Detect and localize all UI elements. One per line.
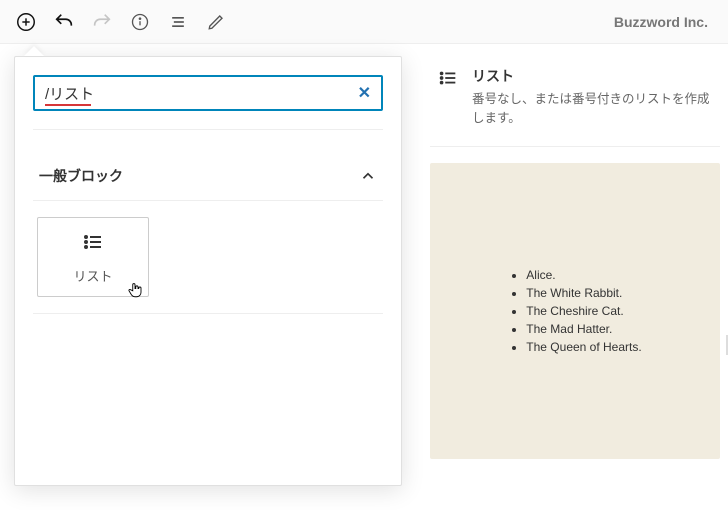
- info-button[interactable]: [122, 4, 158, 40]
- brand-label: Buzzword Inc.: [614, 14, 720, 30]
- chevron-up-icon: [359, 167, 377, 185]
- clear-search-button[interactable]: ✕: [358, 83, 371, 103]
- preview-list: Alice. The White Rabbit. The Cheshire Ca…: [508, 266, 641, 356]
- block-search-input[interactable]: [45, 85, 358, 102]
- section-title: 一般ブロック: [39, 166, 123, 186]
- cursor-hand-icon: [126, 280, 144, 300]
- block-tile-list[interactable]: リスト: [37, 217, 149, 297]
- redo-icon: [91, 11, 113, 33]
- list-icon: [436, 66, 460, 90]
- pencil-icon: [207, 13, 225, 31]
- list-item: The Queen of Hearts.: [526, 338, 641, 356]
- info-text: リスト 番号なし、または番号付きのリストを作成します。: [472, 66, 714, 128]
- section-header[interactable]: 一般ブロック: [33, 146, 383, 201]
- list-icon: [81, 230, 105, 254]
- list-item: The Mad Hatter.: [526, 320, 641, 338]
- block-tile-label: リスト: [73, 266, 112, 285]
- list-item: Alice.: [526, 266, 641, 284]
- info-title: リスト: [472, 66, 714, 86]
- undo-icon: [53, 11, 75, 33]
- block-inserter-panel: ✕ 一般ブロック リスト: [14, 56, 402, 486]
- top-toolbar: Buzzword Inc.: [0, 0, 728, 44]
- plus-circle-icon: [15, 11, 37, 33]
- outline-icon: [168, 12, 188, 32]
- undo-button[interactable]: [46, 4, 82, 40]
- outline-button[interactable]: [160, 4, 196, 40]
- list-item: The Cheshire Cat.: [526, 302, 641, 320]
- edit-button[interactable]: [198, 4, 234, 40]
- list-item: The White Rabbit.: [526, 284, 641, 302]
- panel-arrow: [24, 46, 44, 56]
- preview-inner: Alice. The White Rabbit. The Cheshire Ca…: [508, 266, 641, 356]
- info-row: リスト 番号なし、または番号付きのリストを作成します。: [430, 56, 720, 147]
- spellcheck-underline: [45, 104, 91, 106]
- search-wrap: ✕: [33, 75, 383, 111]
- block-preview: Alice. The White Rabbit. The Cheshire Ca…: [430, 163, 720, 459]
- panel-divider: [33, 129, 383, 130]
- add-block-button[interactable]: [8, 4, 44, 40]
- block-details-panel: リスト 番号なし、または番号付きのリストを作成します。 Alice. The W…: [430, 56, 720, 459]
- redo-button[interactable]: [84, 4, 120, 40]
- info-icon: [130, 12, 150, 32]
- info-description: 番号なし、または番号付きのリストを作成します。: [472, 90, 714, 128]
- block-grid: リスト: [33, 201, 383, 314]
